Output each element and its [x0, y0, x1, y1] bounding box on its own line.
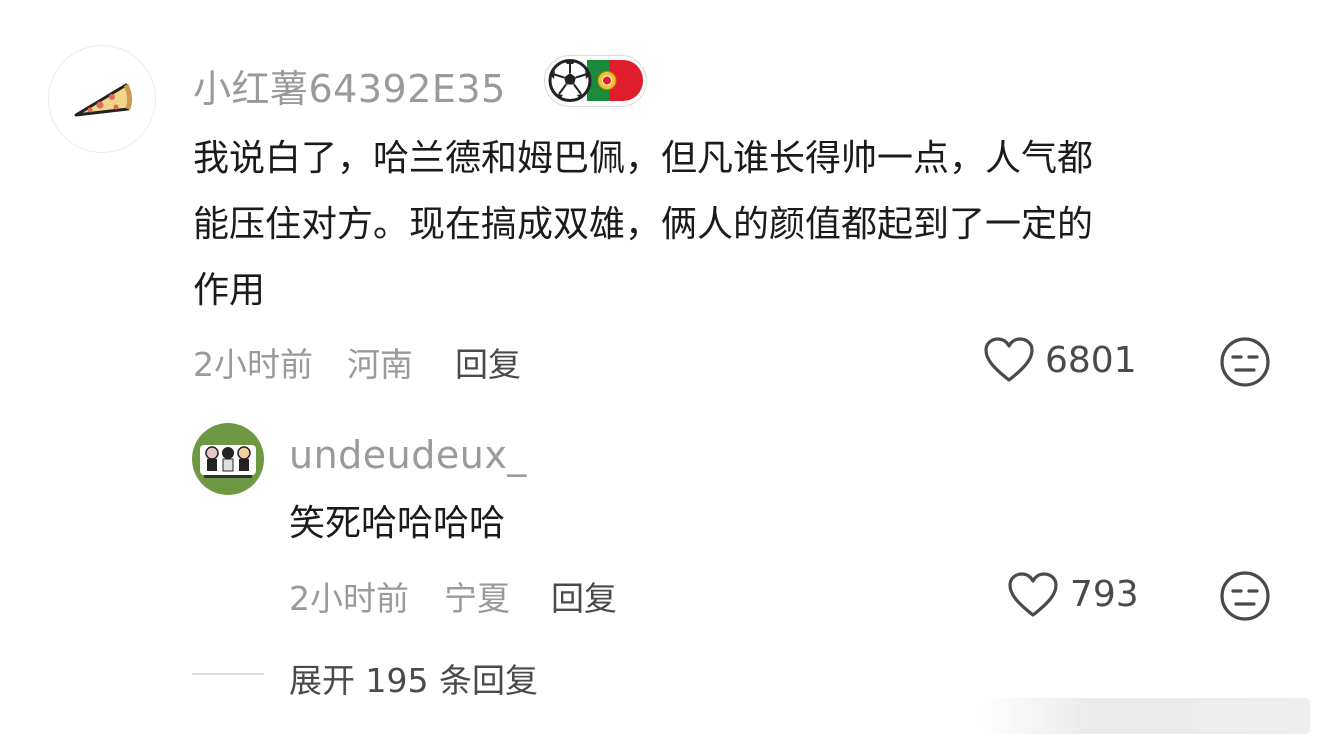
user-badge[interactable]	[544, 55, 647, 107]
reply-reply-button[interactable]: 回复	[551, 572, 617, 620]
reply-dislike-button[interactable]	[1219, 570, 1271, 626]
reply-button[interactable]: 回复	[455, 338, 521, 386]
comment-text-line-2: 能压住对方。现在搞成双雄，俩人的颜值都起到了一定的	[193, 204, 1094, 245]
comment-location: 河南	[347, 345, 413, 384]
cartoon-characters-icon	[200, 445, 256, 478]
reply-like-button[interactable]	[1007, 571, 1059, 623]
reply-text: 笑死哈哈哈哈	[289, 503, 506, 544]
reply-location: 宁夏	[444, 579, 510, 618]
reply-avatar[interactable]	[192, 423, 264, 495]
reply-time: 2小时前	[289, 579, 409, 618]
watermark	[980, 698, 1310, 734]
portugal-flag-icon	[587, 60, 643, 101]
expand-divider	[192, 673, 264, 675]
neutral-face-icon	[1220, 571, 1270, 621]
like-count: 6801	[1045, 340, 1137, 381]
reply-username[interactable]: undeudeux_	[289, 433, 527, 477]
pizza-slice-icon	[74, 83, 133, 117]
dislike-button[interactable]	[1219, 336, 1271, 392]
badge-icons	[548, 59, 643, 102]
comment-username[interactable]: 小红薯64392E35	[193, 58, 506, 113]
expand-replies-button[interactable]: 展开 195 条回复	[289, 654, 538, 702]
heart-icon	[1008, 572, 1058, 617]
reply-like-count: 793	[1070, 574, 1139, 615]
comment-text-line-3: 作用	[193, 270, 266, 311]
avatar[interactable]	[48, 45, 156, 153]
comment-time: 2小时前	[193, 345, 313, 384]
like-button[interactable]	[983, 336, 1035, 388]
heart-icon	[984, 337, 1034, 382]
comment-text-line-1: 我说白了，哈兰德和姆巴佩，但凡谁长得帅一点，人气都	[193, 138, 1094, 179]
neutral-face-icon	[1220, 337, 1270, 387]
soccer-ball-icon	[548, 59, 592, 102]
